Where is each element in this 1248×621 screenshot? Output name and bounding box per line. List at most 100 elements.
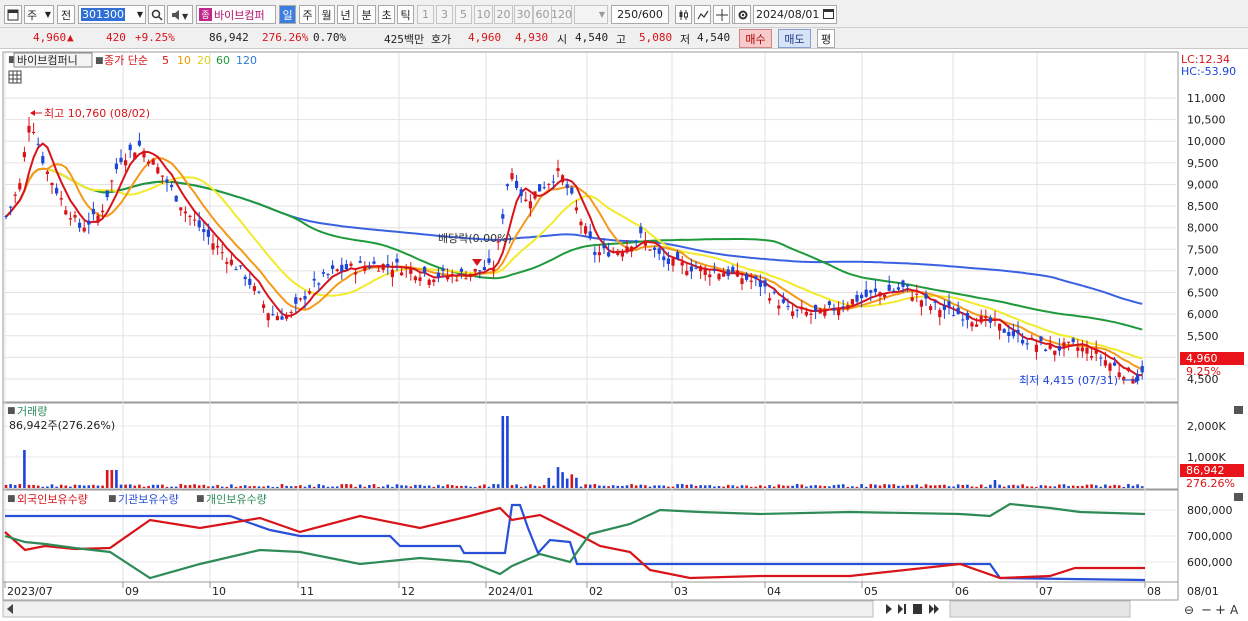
volume-bar bbox=[1090, 484, 1093, 488]
zoom-slider[interactable] bbox=[949, 600, 1131, 618]
volume-bar bbox=[50, 484, 54, 488]
play-back-icon[interactable] bbox=[898, 604, 903, 614]
volume-bar bbox=[970, 486, 974, 488]
draw-line-icon[interactable] bbox=[694, 5, 711, 24]
volume-bar bbox=[676, 484, 679, 488]
volume-bar bbox=[818, 485, 822, 488]
minute-20[interactable]: 20 bbox=[494, 5, 513, 24]
panel-close-icon[interactable] bbox=[1234, 56, 1243, 64]
volume-bar bbox=[4, 484, 8, 488]
auto-scale-icon[interactable]: A bbox=[1230, 603, 1239, 617]
volume-bar bbox=[961, 485, 965, 488]
stop-icon[interactable] bbox=[913, 604, 922, 614]
volume-bar bbox=[938, 485, 942, 488]
tab-year[interactable]: 년 bbox=[337, 5, 354, 24]
sell-button[interactable]: 매도 bbox=[778, 29, 811, 48]
date-axis-label: 05 bbox=[864, 585, 878, 598]
legend-marker: ■ bbox=[95, 56, 104, 66]
minute-30[interactable]: 30 bbox=[514, 5, 533, 24]
scrollbar[interactable]: ⊖ − + A bbox=[2, 600, 1239, 618]
minute-3[interactable]: 3 bbox=[436, 5, 453, 24]
search-icon[interactable] bbox=[148, 5, 165, 24]
candle-body bbox=[211, 243, 215, 250]
volume-bar bbox=[1127, 484, 1130, 488]
candle-body bbox=[285, 315, 289, 319]
volume-bar bbox=[299, 485, 302, 488]
minute-120[interactable]: 120 bbox=[551, 5, 572, 24]
stock-code-input[interactable]: 301300 ▼ bbox=[78, 5, 146, 24]
period-week-label: 주 bbox=[27, 8, 38, 22]
candle-body bbox=[777, 305, 781, 309]
candle-body bbox=[837, 308, 841, 316]
grid-toggle-icon[interactable] bbox=[8, 70, 22, 84]
volume-bar bbox=[533, 485, 537, 488]
candle-body bbox=[344, 264, 348, 270]
prev-button[interactable]: 전 bbox=[57, 5, 75, 24]
gear-icon[interactable] bbox=[734, 5, 751, 24]
candle-body bbox=[556, 168, 560, 172]
volume-bar bbox=[634, 485, 638, 488]
stock-chart[interactable]: ■ 바이브컴퍼니 ■ 종가 단순 5 10 20 60 120 최고 10,76… bbox=[0, 50, 1248, 621]
tab-month[interactable]: 월 bbox=[318, 5, 335, 24]
custom-period-select[interactable]: ▼ bbox=[574, 5, 608, 24]
candle-body bbox=[731, 266, 735, 273]
candle-type-icon[interactable] bbox=[675, 5, 692, 24]
minute-10[interactable]: 10 bbox=[474, 5, 493, 24]
stock-name-field[interactable]: 종 바이브컴퍼 bbox=[196, 5, 276, 24]
date-input[interactable]: 2024/08/01 bbox=[753, 5, 837, 24]
eval-button[interactable]: 평 bbox=[817, 29, 835, 48]
tab-second[interactable]: 초 bbox=[378, 5, 395, 24]
holding-axis: 800,000 700,000 600,000 bbox=[1187, 504, 1233, 569]
scroll-right-icon[interactable] bbox=[886, 604, 892, 614]
crosshair-icon[interactable] bbox=[713, 5, 730, 24]
minute-60[interactable]: 60 bbox=[533, 5, 552, 24]
price-tag-value: 4,960 bbox=[1186, 352, 1218, 365]
tab-day[interactable]: 일 bbox=[279, 5, 296, 24]
volume-bar bbox=[745, 485, 748, 488]
volume-bar bbox=[777, 484, 781, 488]
trade-amount: 425백만 bbox=[384, 33, 425, 46]
candle-body bbox=[929, 306, 933, 311]
period-week-select[interactable]: 주 ▼ bbox=[24, 5, 54, 24]
panel-close-icon[interactable] bbox=[1234, 406, 1243, 414]
svg-text:■: ■ bbox=[7, 494, 16, 504]
volume-bar bbox=[1039, 485, 1043, 488]
volume-bar bbox=[653, 485, 656, 488]
open-price: 4,540 bbox=[575, 31, 609, 44]
zoom-out-icon[interactable]: ⊖ bbox=[1184, 603, 1194, 617]
volume-bar bbox=[391, 486, 394, 488]
candle-body bbox=[708, 274, 712, 278]
volume-panel[interactable] bbox=[2, 402, 1179, 490]
volume-bar bbox=[276, 486, 279, 488]
minute-5[interactable]: 5 bbox=[455, 5, 472, 24]
volume-bar bbox=[464, 485, 468, 488]
candle-body bbox=[248, 278, 252, 285]
change-amount: 420 bbox=[106, 31, 126, 44]
tab-tick[interactable]: 틱 bbox=[397, 5, 414, 24]
tab-week[interactable]: 주 bbox=[299, 5, 316, 24]
candle-body bbox=[864, 289, 868, 297]
volume-bar bbox=[989, 484, 992, 488]
candle-body bbox=[91, 208, 95, 215]
buy-button[interactable]: 매수 bbox=[739, 29, 772, 48]
candle-body bbox=[988, 317, 992, 323]
calendar-icon[interactable] bbox=[823, 8, 836, 22]
play-icon[interactable] bbox=[929, 604, 934, 614]
candle-body bbox=[234, 269, 238, 271]
volume-bar bbox=[409, 486, 413, 488]
volume-bar bbox=[1131, 485, 1135, 488]
candle-body bbox=[791, 311, 795, 317]
volume-bar bbox=[639, 484, 643, 488]
tab-minute[interactable]: 분 bbox=[357, 5, 376, 24]
minute-1[interactable]: 1 bbox=[417, 5, 434, 24]
candle-body bbox=[758, 280, 762, 287]
view-count-field[interactable]: 250 /600 bbox=[611, 5, 669, 24]
candle-body bbox=[712, 270, 716, 272]
speaker-icon[interactable]: ▼ bbox=[167, 5, 193, 24]
minus-icon[interactable]: − bbox=[1201, 603, 1212, 618]
candle-body bbox=[1002, 329, 1006, 333]
panel-close-icon[interactable] bbox=[1234, 493, 1243, 501]
plus-icon[interactable]: + bbox=[1215, 603, 1226, 618]
window-icon[interactable] bbox=[4, 5, 22, 24]
volume-bar bbox=[630, 484, 633, 488]
